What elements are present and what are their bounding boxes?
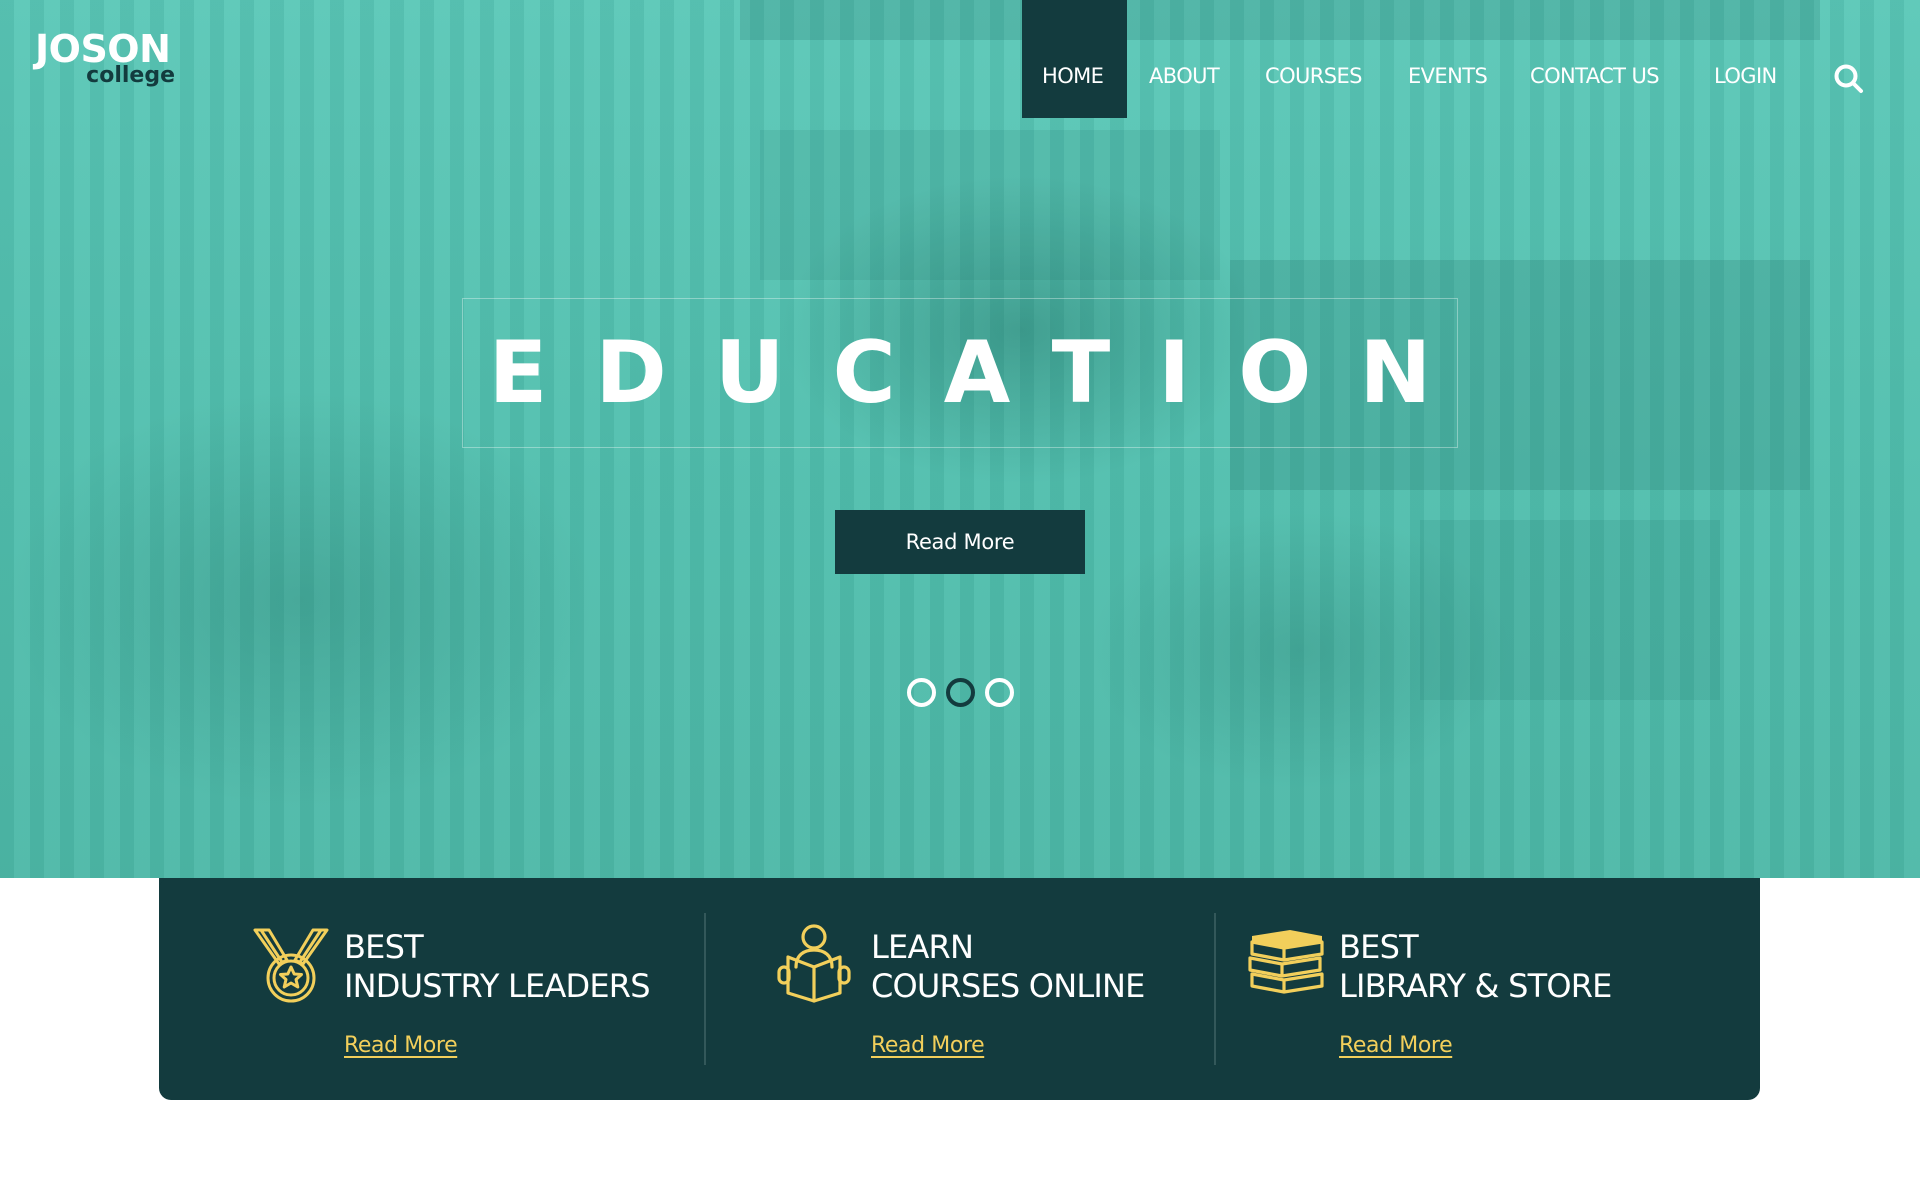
features-panel: BEST INDUSTRY LEADERS Read More LEARN CO… <box>159 878 1760 1100</box>
background-shelf <box>760 130 1220 280</box>
main-nav: HOME ABOUT COURSES EVENTS CONTACT US LOG… <box>0 0 1920 118</box>
feature-read-more-link[interactable]: Read More <box>1339 1033 1453 1058</box>
hero-title-box: EDUCATION <box>462 298 1458 448</box>
feature-title: LEARN COURSES ONLINE <box>871 928 1145 1006</box>
feature-library-store: BEST LIBRARY & STORE Read More <box>1216 878 1760 1100</box>
hero-title: EDUCATION <box>488 323 1480 423</box>
slider-dot-3[interactable] <box>984 678 1014 707</box>
reading-person-icon <box>774 923 854 1008</box>
feature-industry-leaders: BEST INDUSTRY LEADERS Read More <box>159 878 704 1100</box>
feature-title: BEST LIBRARY & STORE <box>1339 928 1612 1006</box>
background-shelf <box>1420 520 1720 700</box>
nav-item-login[interactable]: LOGIN <box>1714 64 1777 88</box>
hero-read-more-button[interactable]: Read More <box>835 510 1085 574</box>
nav-item-about[interactable]: ABOUT <box>1149 64 1220 88</box>
nav-item-contact-us[interactable]: CONTACT US <box>1530 64 1660 88</box>
feature-title-line1: BEST <box>344 928 424 966</box>
slider-dot-1[interactable] <box>906 678 936 707</box>
feature-title-line1: LEARN <box>871 928 974 966</box>
feature-title-line2: LIBRARY & STORE <box>1339 967 1612 1005</box>
feature-title-line2: COURSES ONLINE <box>871 967 1145 1005</box>
nav-item-courses[interactable]: COURSES <box>1265 64 1362 88</box>
nav-active-indicator <box>1022 0 1127 118</box>
feature-title-line2: INDUSTRY LEADERS <box>344 967 651 1005</box>
slider-dots <box>0 678 1920 708</box>
hero-banner: JOSON college HOME ABOUT COURSES EVENTS … <box>0 0 1920 878</box>
books-stack-icon <box>1246 928 1326 999</box>
feature-read-more-link[interactable]: Read More <box>871 1033 985 1058</box>
search-icon <box>1834 64 1863 93</box>
feature-courses-online: LEARN COURSES ONLINE Read More <box>706 878 1214 1100</box>
nav-item-home[interactable]: HOME <box>1042 64 1104 88</box>
nav-item-events[interactable]: EVENTS <box>1408 64 1488 88</box>
feature-title-line1: BEST <box>1339 928 1419 966</box>
medal-icon <box>251 926 331 1009</box>
feature-read-more-link[interactable]: Read More <box>344 1033 458 1058</box>
slider-dot-2[interactable] <box>945 678 975 707</box>
feature-title: BEST INDUSTRY LEADERS <box>344 928 651 1006</box>
search-button[interactable] <box>1833 63 1865 95</box>
